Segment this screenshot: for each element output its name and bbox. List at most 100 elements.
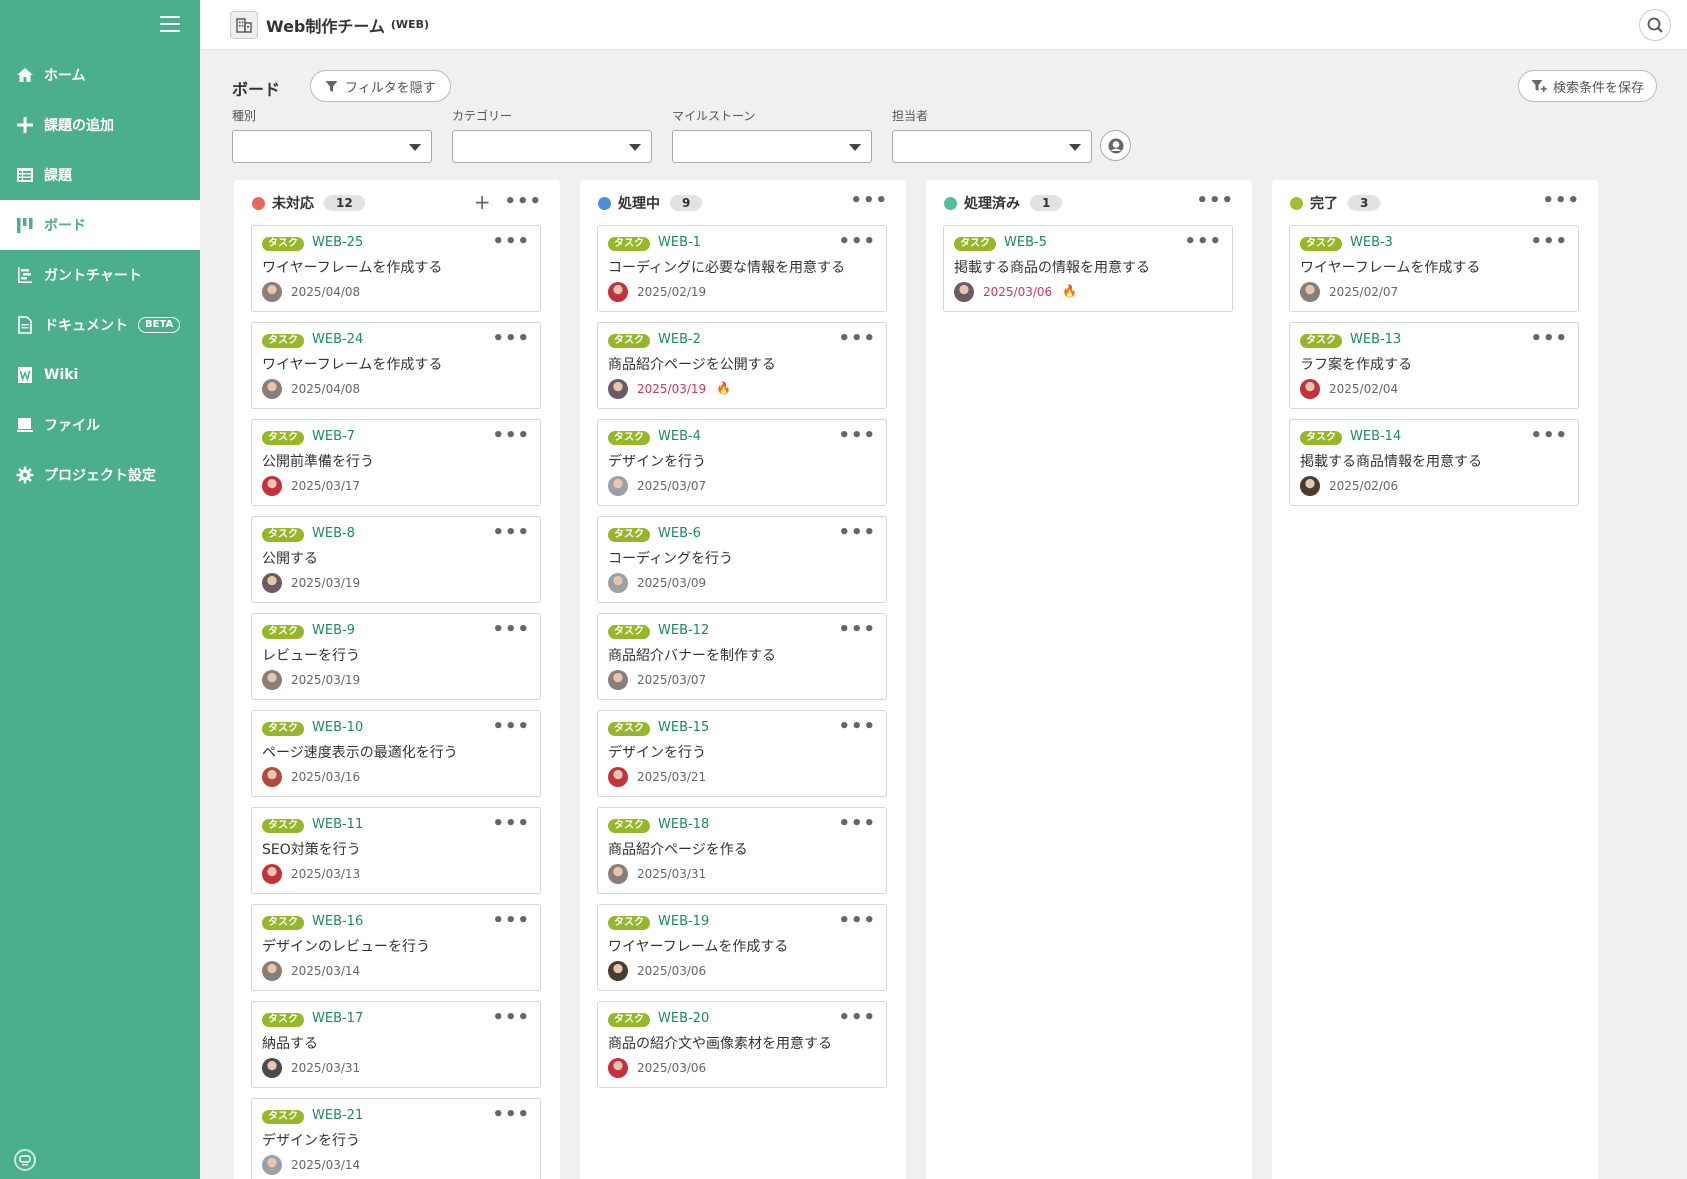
issue-key[interactable]: WEB-9 bbox=[312, 623, 355, 638]
sidebar-item-board[interactable]: ボード bbox=[0, 200, 200, 250]
issue-card[interactable]: タスク WEB-21 ••• デザインを行う 2025/03/14 bbox=[251, 1098, 541, 1179]
more-icon[interactable]: ••• bbox=[1542, 192, 1580, 210]
milestone-select[interactable] bbox=[672, 130, 872, 163]
issue-key[interactable]: WEB-18 bbox=[658, 817, 709, 832]
issue-key[interactable]: WEB-6 bbox=[658, 526, 701, 541]
issue-card[interactable]: タスク WEB-8 ••• 公開する 2025/03/19 bbox=[251, 516, 541, 603]
project-title[interactable]: Web制作チーム bbox=[266, 13, 385, 37]
hide-filter-button[interactable]: フィルタを隠す bbox=[310, 70, 451, 102]
more-icon[interactable]: ••• bbox=[838, 233, 876, 251]
issue-key[interactable]: WEB-15 bbox=[658, 720, 709, 735]
more-icon[interactable]: ••• bbox=[492, 1106, 530, 1124]
more-icon[interactable]: ••• bbox=[838, 621, 876, 639]
issue-key[interactable]: WEB-16 bbox=[312, 914, 363, 929]
more-icon[interactable]: ••• bbox=[492, 233, 530, 251]
issue-card[interactable]: タスク WEB-16 ••• デザインのレビューを行う 2025/03/14 bbox=[251, 904, 541, 991]
issue-key[interactable]: WEB-21 bbox=[312, 1108, 363, 1123]
issue-type-badge: タスク bbox=[954, 237, 996, 251]
more-icon[interactable]: ••• bbox=[838, 815, 876, 833]
issue-type-select[interactable] bbox=[232, 130, 432, 163]
more-icon[interactable]: ••• bbox=[492, 718, 530, 736]
issue-card[interactable]: タスク WEB-19 ••• ワイヤーフレームを作成する 2025/03/06 bbox=[597, 904, 887, 991]
more-icon[interactable]: ••• bbox=[838, 524, 876, 542]
sidebar-item-files[interactable]: ファイル bbox=[0, 400, 200, 450]
assign-to-me-button[interactable] bbox=[1100, 130, 1131, 161]
issue-card[interactable]: タスク WEB-5 ••• 掲載する商品の情報を用意する 2025/03/06 🔥 bbox=[943, 225, 1233, 312]
issue-card[interactable]: タスク WEB-7 ••• 公開前準備を行う 2025/03/17 bbox=[251, 419, 541, 506]
category-select[interactable] bbox=[452, 130, 652, 163]
hamburger-menu-icon[interactable] bbox=[160, 16, 180, 34]
issue-card[interactable]: タスク WEB-3 ••• ワイヤーフレームを作成する 2025/02/07 bbox=[1289, 225, 1579, 312]
issue-card[interactable]: タスク WEB-2 ••• 商品紹介ページを公開する 2025/03/19 🔥 bbox=[597, 322, 887, 409]
issue-card[interactable]: タスク WEB-10 ••• ページ速度表示の最適化を行う 2025/03/16 bbox=[251, 710, 541, 797]
issue-key[interactable]: WEB-2 bbox=[658, 332, 701, 347]
issue-key[interactable]: WEB-17 bbox=[312, 1011, 363, 1026]
issue-key[interactable]: WEB-7 bbox=[312, 429, 355, 444]
issue-card[interactable]: タスク WEB-1 ••• コーディングに必要な情報を用意する 2025/02/19 bbox=[597, 225, 887, 312]
issue-card[interactable]: タスク WEB-20 ••• 商品の紹介文や画像素材を用意する 2025/03/06 bbox=[597, 1001, 887, 1088]
issue-card[interactable]: タスク WEB-6 ••• コーディングを行う 2025/03/09 bbox=[597, 516, 887, 603]
more-icon[interactable]: ••• bbox=[1184, 233, 1222, 251]
issue-key[interactable]: WEB-19 bbox=[658, 914, 709, 929]
issue-card[interactable]: タスク WEB-9 ••• レビューを行う 2025/03/19 bbox=[251, 613, 541, 700]
more-icon[interactable]: ••• bbox=[838, 1009, 876, 1027]
more-icon[interactable]: ••• bbox=[838, 912, 876, 930]
more-icon[interactable]: ••• bbox=[850, 192, 888, 210]
issue-key[interactable]: WEB-13 bbox=[1350, 332, 1401, 347]
issue-card[interactable]: タスク WEB-12 ••• 商品紹介バナーを制作する 2025/03/07 bbox=[597, 613, 887, 700]
issue-key[interactable]: WEB-25 bbox=[312, 235, 363, 250]
sidebar-item-issues[interactable]: 課題 bbox=[0, 150, 200, 200]
more-icon[interactable]: ••• bbox=[492, 524, 530, 542]
more-icon[interactable]: ••• bbox=[492, 427, 530, 445]
issue-key[interactable]: WEB-14 bbox=[1350, 429, 1401, 444]
sidebar-item-add-issue[interactable]: 課題の追加 bbox=[0, 100, 200, 150]
issue-key[interactable]: WEB-4 bbox=[658, 429, 701, 444]
more-icon[interactable]: ••• bbox=[1530, 233, 1568, 251]
issue-type-badge: タスク bbox=[262, 528, 304, 542]
more-icon[interactable]: ••• bbox=[838, 427, 876, 445]
issue-key[interactable]: WEB-12 bbox=[658, 623, 709, 638]
more-icon[interactable]: ••• bbox=[492, 912, 530, 930]
assignee-select[interactable] bbox=[892, 130, 1092, 163]
column-count: 1 bbox=[1030, 195, 1063, 211]
issue-key[interactable]: WEB-10 bbox=[312, 720, 363, 735]
sidebar-item-project-settings[interactable]: プロジェクト設定 bbox=[0, 450, 200, 500]
more-icon[interactable]: ••• bbox=[504, 193, 542, 211]
sidebar-item-home[interactable]: ホーム bbox=[0, 50, 200, 100]
plus-icon bbox=[16, 116, 34, 134]
issue-card[interactable]: タスク WEB-18 ••• 商品紹介ページを作る 2025/03/31 bbox=[597, 807, 887, 894]
issue-card[interactable]: タスク WEB-15 ••• デザインを行う 2025/03/21 bbox=[597, 710, 887, 797]
sidebar-item-gantt[interactable]: ガントチャート bbox=[0, 250, 200, 300]
more-icon[interactable]: ••• bbox=[1196, 192, 1234, 210]
add-card-icon[interactable]: + bbox=[474, 192, 491, 212]
more-icon[interactable]: ••• bbox=[838, 718, 876, 736]
more-icon[interactable]: ••• bbox=[1530, 427, 1568, 445]
issue-key[interactable]: WEB-24 bbox=[312, 332, 363, 347]
more-icon[interactable]: ••• bbox=[492, 815, 530, 833]
more-icon[interactable]: ••• bbox=[492, 621, 530, 639]
sidebar-item-document[interactable]: ドキュメント BETA bbox=[0, 300, 200, 350]
issue-key[interactable]: WEB-3 bbox=[1350, 235, 1393, 250]
more-icon[interactable]: ••• bbox=[1530, 330, 1568, 348]
issue-key[interactable]: WEB-11 bbox=[312, 817, 363, 832]
chat-help-icon[interactable] bbox=[14, 1149, 36, 1171]
issue-card[interactable]: タスク WEB-24 ••• ワイヤーフレームを作成する 2025/04/08 bbox=[251, 322, 541, 409]
issue-key[interactable]: WEB-20 bbox=[658, 1011, 709, 1026]
issue-key[interactable]: WEB-5 bbox=[1004, 235, 1047, 250]
more-icon[interactable]: ••• bbox=[492, 330, 530, 348]
issue-key[interactable]: WEB-1 bbox=[658, 235, 701, 250]
sidebar-item-wiki[interactable]: Wiki bbox=[0, 350, 200, 400]
issue-card[interactable]: タスク WEB-17 ••• 納品する 2025/03/31 bbox=[251, 1001, 541, 1088]
issue-card[interactable]: タスク WEB-25 ••• ワイヤーフレームを作成する 2025/04/08 bbox=[251, 225, 541, 312]
more-icon[interactable]: ••• bbox=[838, 330, 876, 348]
more-icon[interactable]: ••• bbox=[492, 1009, 530, 1027]
issue-key[interactable]: WEB-8 bbox=[312, 526, 355, 541]
issue-card[interactable]: タスク WEB-14 ••• 掲載する商品情報を用意する 2025/02/06 bbox=[1289, 419, 1579, 506]
save-search-button[interactable]: 検索条件を保存 bbox=[1517, 70, 1657, 102]
issue-card[interactable]: タスク WEB-13 ••• ラフ案を作成する 2025/02/04 bbox=[1289, 322, 1579, 409]
due-date: 2025/03/06 bbox=[637, 1061, 707, 1075]
search-button[interactable] bbox=[1639, 9, 1671, 41]
issue-card[interactable]: タスク WEB-4 ••• デザインを行う 2025/03/07 bbox=[597, 419, 887, 506]
filter-issue-type: 種別 bbox=[232, 107, 432, 163]
issue-card[interactable]: タスク WEB-11 ••• SEO対策を行う 2025/03/13 bbox=[251, 807, 541, 894]
